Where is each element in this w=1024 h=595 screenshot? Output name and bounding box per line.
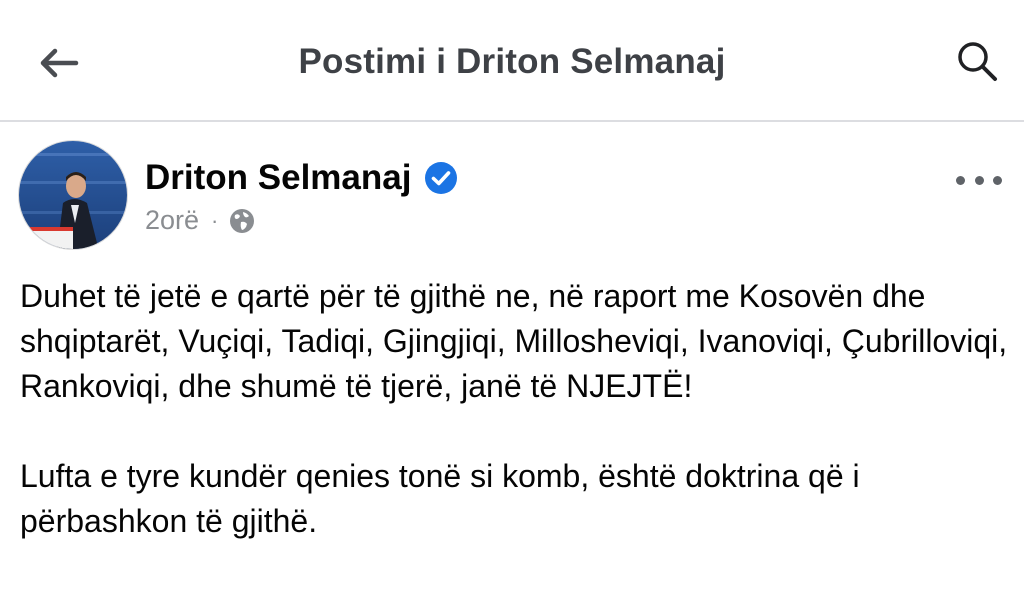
author-name[interactable]: Driton Selmanaj bbox=[145, 158, 411, 198]
post-paragraph: Duhet të jetë e qartë për të gjithë ne, … bbox=[20, 278, 1008, 404]
more-options-icon-dot bbox=[993, 175, 1002, 185]
post-author: Driton Selmanaj bbox=[145, 158, 459, 198]
more-options-icon-dot bbox=[974, 175, 984, 185]
post-meta: 2orë · bbox=[145, 205, 256, 236]
avatar[interactable] bbox=[18, 140, 128, 250]
profile-photo bbox=[19, 141, 127, 249]
post-timestamp[interactable]: 2orë bbox=[145, 205, 199, 236]
meta-separator: · bbox=[211, 207, 219, 233]
search-button[interactable] bbox=[950, 34, 1004, 88]
verified-badge-icon bbox=[425, 162, 458, 194]
globe-icon bbox=[230, 208, 255, 233]
post-body: Duhet të jetë e qartë për të gjithë ne, … bbox=[20, 274, 1010, 544]
post-paragraph: Lufta e tyre kundër qenies tonë si komb,… bbox=[20, 458, 860, 539]
more-options-button[interactable] bbox=[956, 165, 1002, 195]
page-title: Postimi i Driton Selmanaj bbox=[298, 42, 726, 81]
top-bar: Postimi i Driton Selmanaj bbox=[0, 0, 1024, 122]
search-icon bbox=[958, 42, 997, 81]
more-options-icon bbox=[956, 175, 965, 185]
